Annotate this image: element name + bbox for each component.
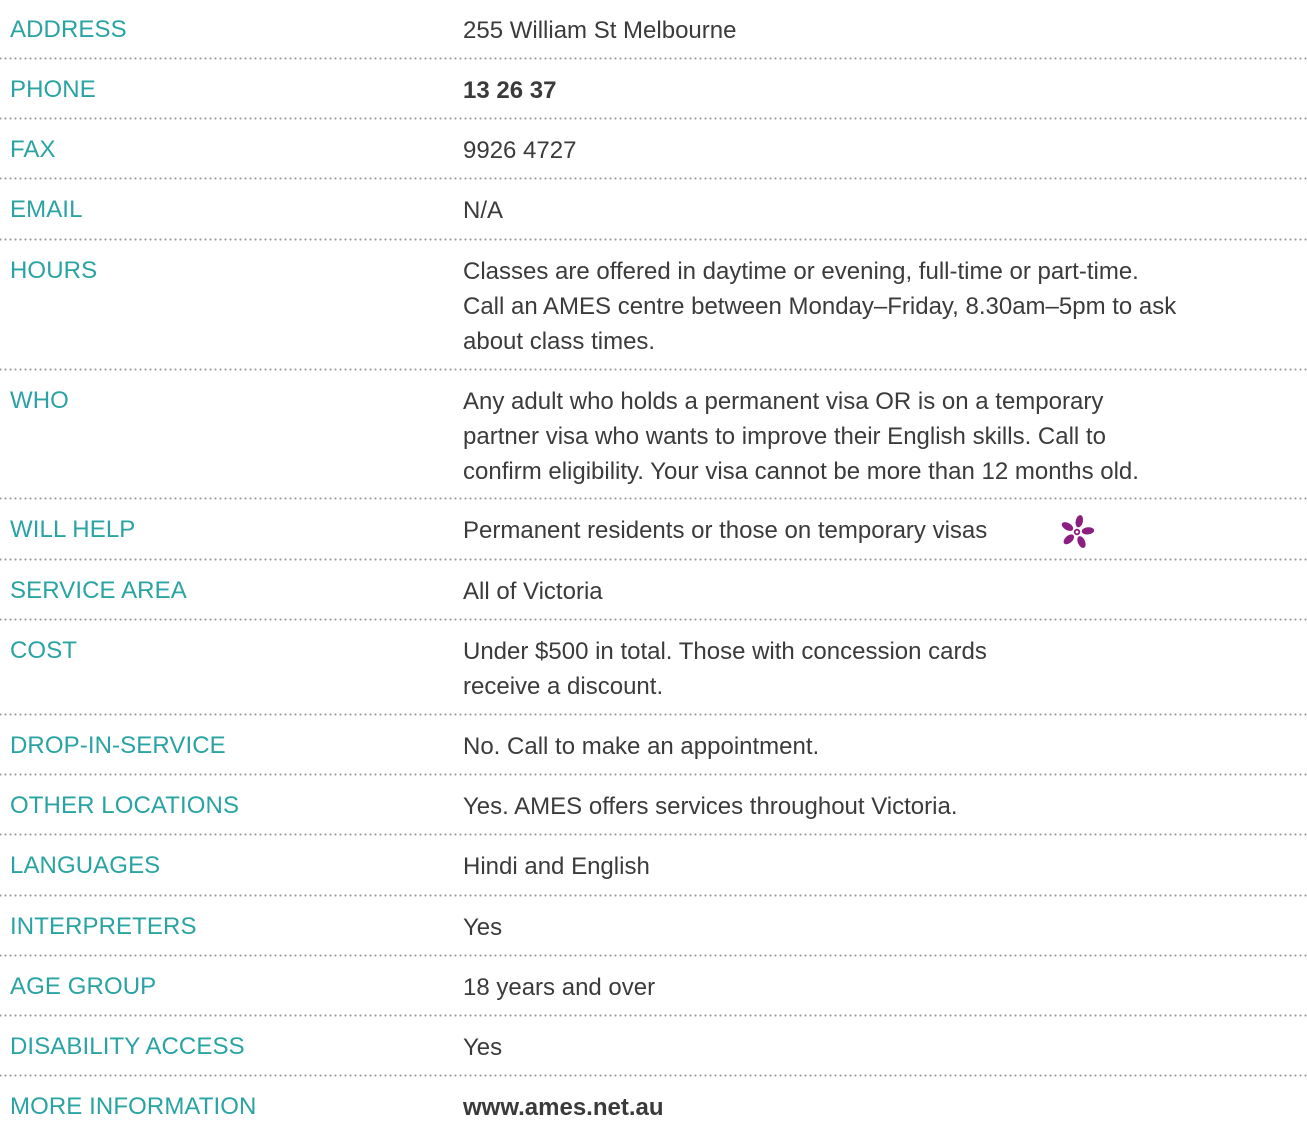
other-locations-label: OTHER LOCATIONS [10,792,240,819]
row-languages: LANGUAGES Hindi and English [0,836,1307,897]
row-service-area: SERVICE AREA All of Victoria [0,561,1307,621]
row-hours: HOURS Classes are offered in daytime or … [0,241,1307,371]
disability-access-value: Yes [463,1034,503,1061]
who-line: Any adult who holds a permanent visa OR … [463,388,1104,415]
interpreters-label: INTERPRETERS [10,913,197,940]
other-locations-value: Yes. AMES offers services throughout Vic… [463,793,958,820]
hours-line: about class times. [463,328,656,355]
age-group-value: 18 years and over [463,974,656,1001]
drop-in-service-value: No. Call to make an appointment. [463,733,820,760]
row-will-help: WILL HELP Permanent residents or those o… [0,500,1307,561]
row-more-information: MORE INFORMATION www.ames.net.au [0,1077,1307,1137]
phone-label: PHONE [10,76,96,103]
disability-access-label: DISABILITY ACCESS [10,1033,245,1060]
will-help-label: WILL HELP [10,516,136,543]
phone-value: 13 26 37 [463,77,557,104]
drop-in-service-label: DROP-IN-SERVICE [10,732,226,759]
who-line: partner visa who wants to improve their … [463,423,1106,450]
flower-icon [1061,515,1095,548]
cost-line: Under $500 in total. Those with concessi… [463,638,987,665]
fax-value: 9926 4727 [463,137,577,164]
hours-label: HOURS [10,257,98,284]
hours-line: Classes are offered in daytime or evenin… [463,258,1139,285]
more-information-link[interactable]: www.ames.net.au [463,1090,1297,1125]
service-area-label: SERVICE AREA [10,577,187,604]
row-other-locations: OTHER LOCATIONS Yes. AMES offers service… [0,776,1307,836]
will-help-value: Permanent residents or those on temporar… [463,513,1297,548]
languages-label: LANGUAGES [10,852,161,879]
who-line: confirm eligibility. Your visa cannot be… [463,458,1139,485]
hours-value: Classes are offered in daytime or evenin… [463,254,1297,359]
row-cost: COST Under $500 in total. Those with con… [0,621,1307,716]
row-address: ADDRESS 255 William St Melbourne [0,0,1307,60]
cost-line: receive a discount. [463,673,664,700]
email-label: EMAIL [10,196,83,223]
address-label: ADDRESS [10,16,127,43]
row-drop-in-service: DROP-IN-SERVICE No. Call to make an appo… [0,716,1307,776]
row-phone: PHONE 13 26 37 [0,60,1307,120]
row-interpreters: INTERPRETERS Yes [0,897,1307,957]
row-who: WHO Any adult who holds a permanent visa… [0,371,1307,500]
more-information-label: MORE INFORMATION [10,1093,257,1120]
who-label: WHO [10,387,69,414]
row-age-group: AGE GROUP 18 years and over [0,957,1307,1017]
will-help-text: Permanent residents or those on temporar… [463,517,988,544]
service-info-table: ADDRESS 255 William St Melbourne PHONE 1… [0,0,1307,1137]
row-disability-access: DISABILITY ACCESS Yes [0,1017,1307,1077]
hours-line: Call an AMES centre between Monday–Frida… [463,293,1177,320]
service-area-value: All of Victoria [463,578,603,605]
address-value: 255 William St Melbourne [463,17,737,44]
age-group-label: AGE GROUP [10,973,157,1000]
interpreters-value: Yes [463,914,503,941]
fax-label: FAX [10,136,56,163]
languages-value: Hindi and English [463,853,650,880]
row-email: EMAIL N/A [0,180,1307,241]
row-fax: FAX 9926 4727 [0,120,1307,180]
cost-value: Under $500 in total. Those with concessi… [463,634,1297,704]
who-value: Any adult who holds a permanent visa OR … [463,384,1297,489]
email-value: N/A [463,197,504,224]
cost-label: COST [10,637,78,664]
